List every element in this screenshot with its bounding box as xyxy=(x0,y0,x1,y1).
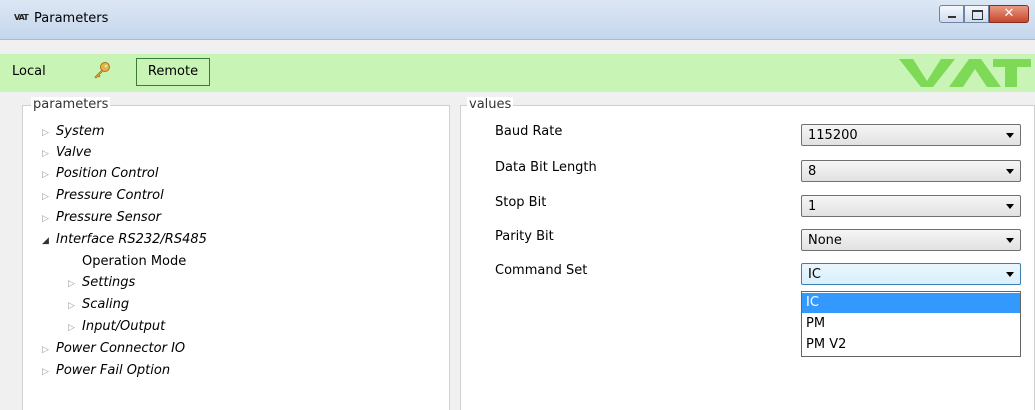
baud-rate-label: Baud Rate xyxy=(495,124,563,139)
parity-bit-label: Parity Bit xyxy=(495,229,554,244)
local-button[interactable]: Local xyxy=(12,64,46,79)
collapsed-arrow-icon[interactable]: ▷ xyxy=(68,323,82,333)
dropdown-option-ic[interactable]: IC xyxy=(802,293,1020,313)
tree-item-label: Pressure Sensor xyxy=(56,210,162,225)
tree-item-label: System xyxy=(56,124,105,139)
minimize-button[interactable] xyxy=(939,5,964,23)
collapsed-arrow-icon[interactable]: ▷ xyxy=(68,301,82,311)
dropdown-option-pm-v2[interactable]: PM V2 xyxy=(802,335,1020,355)
close-button[interactable]: ✕ xyxy=(989,5,1029,23)
select-value: 115200 xyxy=(808,128,858,143)
remote-button[interactable]: Remote xyxy=(136,58,210,86)
select-value: IC xyxy=(808,267,821,282)
window-title: Parameters xyxy=(34,11,109,26)
tree-item-input-output[interactable]: ▷ Input/Output xyxy=(68,319,165,334)
collapsed-arrow-icon[interactable]: ▷ xyxy=(42,192,56,202)
chevron-down-icon xyxy=(1006,272,1014,277)
data-bit-length-label: Data Bit Length xyxy=(495,160,597,175)
parity-bit-select[interactable]: None xyxy=(801,229,1021,251)
collapsed-arrow-icon[interactable]: ▷ xyxy=(42,345,56,355)
tree-item-label: Operation Mode xyxy=(82,254,187,269)
collapsed-arrow-icon[interactable]: ▷ xyxy=(42,149,56,159)
tree-item-label: Pressure Control xyxy=(56,188,164,203)
tree-item-position-control[interactable]: ▷ Position Control xyxy=(42,166,159,181)
title-bar[interactable]: VAT Parameters ✕ xyxy=(0,0,1035,40)
close-icon: ✕ xyxy=(1003,6,1015,21)
app-logo-icon: VAT xyxy=(14,12,30,25)
select-value: 1 xyxy=(808,199,817,214)
stop-bit-label: Stop Bit xyxy=(495,195,547,210)
select-value: 8 xyxy=(808,164,817,179)
chevron-down-icon xyxy=(1006,204,1014,209)
tree-item-settings[interactable]: ▷ Settings xyxy=(68,275,135,290)
vat-logo-icon xyxy=(899,59,1031,87)
dropdown-option-pm[interactable]: PM xyxy=(802,314,1020,334)
tree-item-label: Scaling xyxy=(82,297,130,312)
key-icon[interactable] xyxy=(92,61,112,81)
tree-item-interface-rs232-rs485[interactable]: ◢ Interface RS232/RS485 xyxy=(42,232,207,247)
tree-item-label: Position Control xyxy=(56,166,159,181)
values-group: values xyxy=(460,97,1035,410)
collapsed-arrow-icon[interactable]: ▷ xyxy=(68,279,82,289)
maximize-button[interactable] xyxy=(964,5,989,23)
command-set-select[interactable]: IC xyxy=(801,263,1021,285)
svg-text:VAT: VAT xyxy=(14,13,29,22)
collapsed-arrow-icon[interactable]: ▷ xyxy=(42,367,56,377)
values-group-label: values xyxy=(467,97,514,112)
chevron-down-icon xyxy=(1006,133,1014,138)
command-set-dropdown-list: IC PM PM V2 xyxy=(801,291,1021,357)
tree-item-label: Valve xyxy=(56,145,92,160)
chevron-down-icon xyxy=(1006,238,1014,243)
toolbar: Local Remote xyxy=(0,54,1035,92)
parameters-group-label: parameters xyxy=(31,97,111,112)
tree-item-label: Input/Output xyxy=(82,319,166,334)
tree-item-label: Interface RS232/RS485 xyxy=(56,232,207,247)
vat-small-logo-icon: VAT xyxy=(14,13,30,22)
tree-item-label: Power Fail Option xyxy=(56,363,171,378)
parameters-window: VAT Parameters ✕ Local Remote parameters… xyxy=(0,0,1035,410)
tree-item-valve[interactable]: ▷ Valve xyxy=(42,145,91,160)
command-set-label: Command Set xyxy=(495,263,588,278)
tree-item-label: Settings xyxy=(82,275,136,290)
tree-item-pressure-control[interactable]: ▷ Pressure Control xyxy=(42,188,164,203)
collapsed-arrow-icon[interactable]: ▷ xyxy=(42,170,56,180)
expanded-arrow-icon[interactable]: ◢ xyxy=(42,236,56,246)
baud-rate-select[interactable]: 115200 xyxy=(801,124,1021,146)
collapsed-arrow-icon[interactable]: ▷ xyxy=(42,214,56,224)
chevron-down-icon xyxy=(1006,169,1014,174)
tree-item-pressure-sensor[interactable]: ▷ Pressure Sensor xyxy=(42,210,161,225)
tree-item-label: Power Connector IO xyxy=(56,341,186,356)
data-bit-length-select[interactable]: 8 xyxy=(801,160,1021,182)
collapsed-arrow-icon[interactable]: ▷ xyxy=(42,128,56,138)
select-value: None xyxy=(808,233,842,248)
tree-item-system[interactable]: ▷ System xyxy=(42,124,104,139)
stop-bit-select[interactable]: 1 xyxy=(801,195,1021,217)
tree-item-operation-mode[interactable]: Operation Mode xyxy=(82,254,186,269)
tree-item-power-connector-io[interactable]: ▷ Power Connector IO xyxy=(42,341,185,356)
tree-item-power-fail-option[interactable]: ▷ Power Fail Option xyxy=(42,363,170,378)
window-controls: ✕ xyxy=(939,5,1029,23)
tree-item-scaling[interactable]: ▷ Scaling xyxy=(68,297,129,312)
